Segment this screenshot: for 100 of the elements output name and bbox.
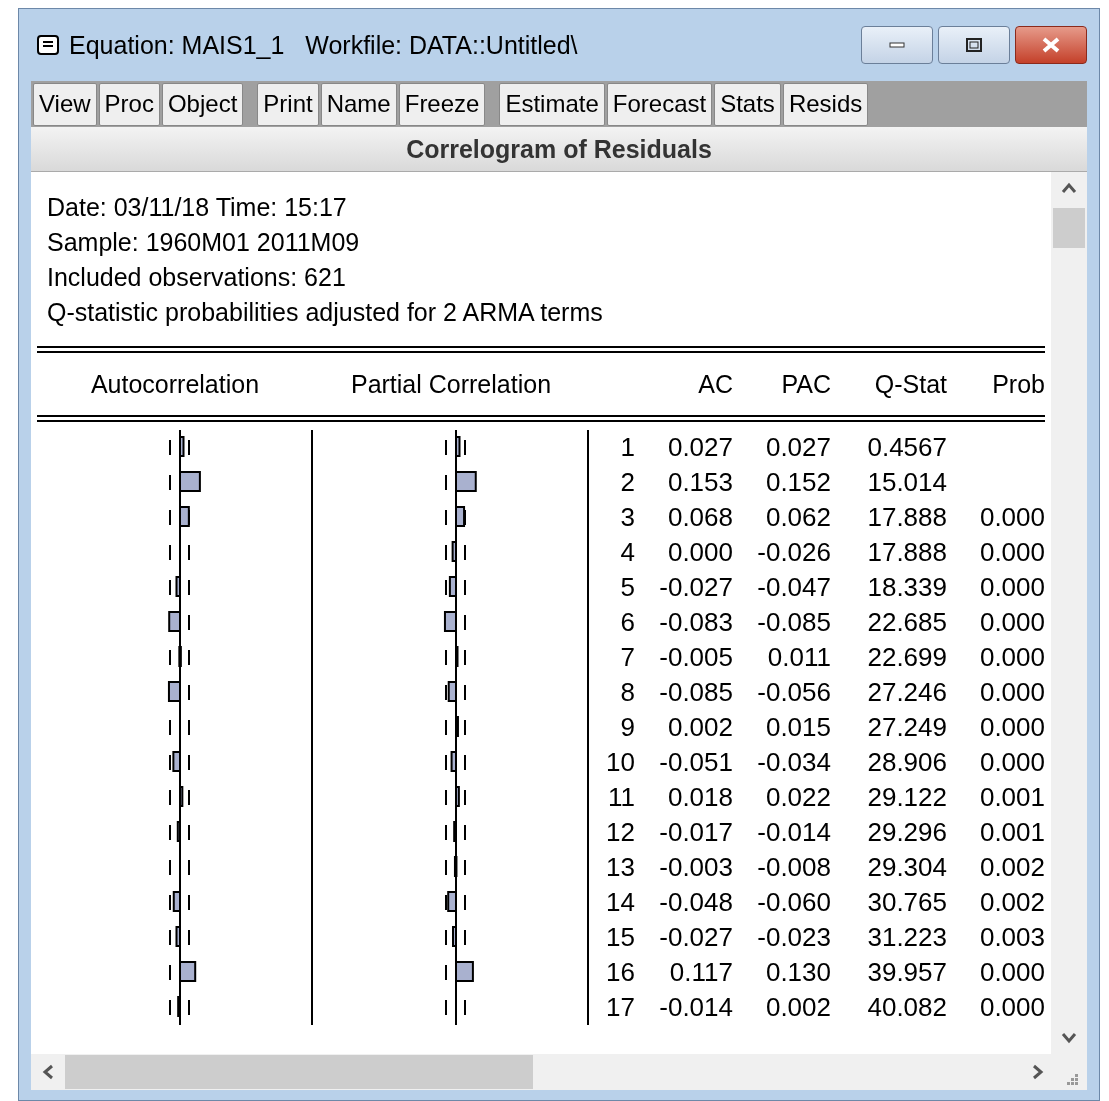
scroll-down-icon[interactable] [1060, 1032, 1078, 1044]
table-cell-text: 0.003 [978, 922, 1045, 953]
close-button[interactable] [1015, 26, 1087, 64]
toolbar-button[interactable]: View [33, 82, 97, 126]
column-header: Q-Stat [873, 369, 947, 399]
column-header: AC [697, 369, 733, 399]
lag-cell-text: 7 [619, 642, 635, 673]
vertical-scrollbar[interactable] [1051, 172, 1087, 1054]
table-cell-text: -0.026 [756, 537, 831, 568]
table-cell-text: -0.005 [658, 642, 733, 673]
scroll-right-icon[interactable] [1031, 1063, 1045, 1081]
toolbar-button[interactable]: Resids [782, 82, 869, 126]
table-cell-text: -0.051 [658, 747, 733, 778]
table-cell-text: -0.085 [756, 607, 831, 638]
table-cell-text: 0.000 [978, 992, 1045, 1023]
scroll-left-icon[interactable] [41, 1063, 55, 1081]
toolbar-button[interactable]: Name [320, 82, 397, 126]
table-cell-text: 15.014 [866, 467, 947, 498]
window-title: Equation: MAIS1_1 Workfile: DATA::Untitled\ [69, 30, 578, 60]
column-header: Partial Correlation [349, 369, 553, 399]
table-cell-text: -0.017 [658, 817, 733, 848]
toolbar-button[interactable]: Estimate [499, 82, 605, 126]
table-cell-text: 0.022 [764, 782, 831, 813]
scroll-thumb[interactable] [1053, 208, 1085, 248]
lag-cell-text: 15 [605, 922, 635, 953]
lag-cell-text: 2 [619, 467, 635, 498]
table-cell-text: 0.152 [764, 467, 831, 498]
maximize-icon [966, 38, 982, 52]
lag-cell-text: 8 [619, 677, 635, 708]
table-cell-text: 0.000 [978, 502, 1045, 533]
table-cell-text: -0.008 [756, 852, 831, 883]
table-cell-text: 0.018 [666, 782, 733, 813]
lag-cell-text: 3 [619, 502, 635, 533]
lag-cell-text: 4 [619, 537, 635, 568]
table-cell-text: 18.339 [866, 572, 947, 603]
lag-cell-text: 11 [607, 782, 635, 813]
table-cell-text: 0.002 [978, 887, 1045, 918]
table-cell-text: 0.002 [764, 992, 831, 1023]
toolbar-button[interactable]: Proc [98, 82, 160, 126]
table-cell-text: -0.083 [658, 607, 733, 638]
table-cell-text: -0.060 [756, 887, 831, 918]
table-cell-text: 0.130 [764, 957, 831, 988]
table-cell-text: 31.223 [866, 922, 947, 953]
table-cell-text: -0.034 [756, 747, 831, 778]
lag-cell-text: 13 [605, 852, 635, 883]
table-cell-text: 0.002 [666, 712, 733, 743]
table-cell-text: 0.000 [978, 572, 1045, 603]
lag-cell-text: 12 [605, 817, 635, 848]
table-cell-text: -0.003 [658, 852, 733, 883]
table-cell-text: 27.249 [866, 712, 947, 743]
minimize-icon [889, 41, 905, 49]
table-cell-text: 0.000 [978, 642, 1045, 673]
table-cell-text: 0.027 [666, 432, 733, 463]
info-text: Included observations: 621 [47, 262, 347, 293]
menu-icon[interactable] [37, 35, 59, 55]
table-cell-text: -0.047 [756, 572, 831, 603]
table-cell-text: 27.246 [866, 677, 947, 708]
lag-cell-text: 17 [605, 992, 635, 1023]
table-cell-text: 30.765 [866, 887, 947, 918]
table-cell-text: 0.117 [668, 957, 733, 988]
table-cell-text: 0.015 [764, 712, 831, 743]
table-cell-text: 0.027 [764, 432, 831, 463]
minimize-button[interactable] [861, 26, 933, 64]
lag-cell-text: 14 [605, 887, 635, 918]
column-header: Autocorrelation [89, 369, 261, 399]
scroll-up-icon[interactable] [1060, 182, 1078, 194]
table-cell-text: 0.001 [978, 817, 1045, 848]
table-cell-text: 0.000 [666, 537, 733, 568]
table-cell-text: 0.000 [978, 537, 1045, 568]
maximize-button[interactable] [938, 26, 1010, 64]
table-cell-text: 22.699 [866, 642, 947, 673]
table-cell-text: 0.000 [978, 712, 1045, 743]
lag-cell-text: 9 [619, 712, 635, 743]
table-cell-text: 39.957 [866, 957, 947, 988]
table-cell-text: 17.888 [866, 537, 947, 568]
table-cell-text: 0.002 [978, 852, 1045, 883]
table-cell-text: -0.027 [658, 572, 733, 603]
lag-cell-text: 10 [605, 747, 635, 778]
table-cell-text: 17.888 [866, 502, 947, 533]
close-icon [1041, 37, 1061, 53]
toolbar-button[interactable]: Freeze [398, 82, 486, 126]
table-cell-text: 40.082 [866, 992, 947, 1023]
toolbar-button[interactable]: Forecast [606, 82, 713, 126]
table-cell-text: 0.068 [666, 502, 733, 533]
column-header: PAC [780, 369, 831, 399]
toolbar-button[interactable]: Object [161, 82, 244, 126]
toolbar-button[interactable]: Stats [714, 82, 781, 126]
table-cell-text: 0.062 [764, 502, 831, 533]
table-cell-text: 0.4567 [866, 432, 947, 463]
table-cell-text: 0.000 [978, 957, 1045, 988]
toolbar-button[interactable]: Print [257, 82, 319, 126]
table-cell-text: -0.014 [658, 992, 733, 1023]
table-cell-text: 0.153 [666, 467, 733, 498]
table-cell-text: 0.001 [978, 782, 1045, 813]
table-cell-text: 0.000 [978, 747, 1045, 778]
scroll-thumb[interactable] [65, 1055, 533, 1089]
table-cell-text: 29.296 [866, 817, 947, 848]
table-cell-text: 0.000 [978, 677, 1045, 708]
table-cell-text: -0.048 [658, 887, 733, 918]
table-cell-text: 0.011 [766, 642, 831, 673]
